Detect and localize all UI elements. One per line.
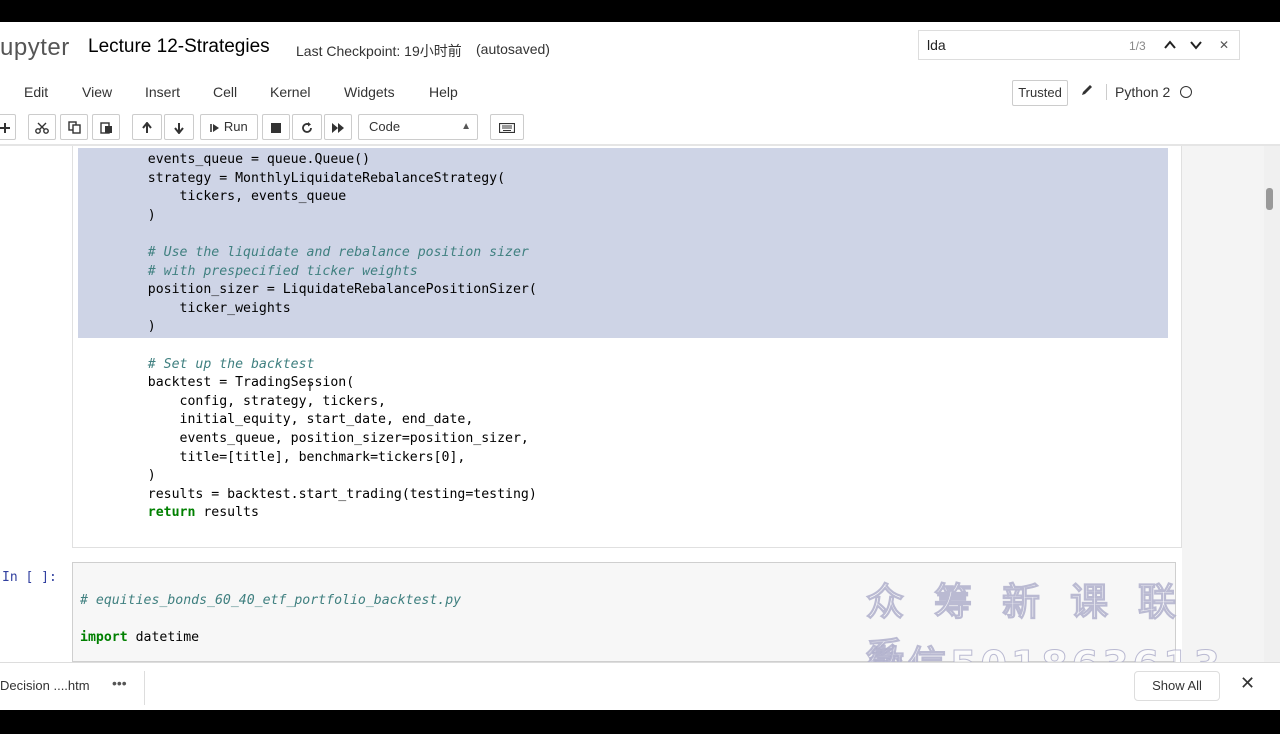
fast-forward-icon — [332, 122, 344, 133]
copy-icon — [67, 121, 81, 134]
code-line: return results — [147, 505, 259, 521]
cell-input-prompt: In [ ]: — [2, 570, 57, 585]
cell-editor-backtest[interactable]: events_queue = queue.Queue() strategy = … — [116, 151, 537, 523]
stop-icon — [271, 122, 281, 133]
code-line: # with prespecified ticker weights — [116, 263, 418, 279]
scissors-icon — [35, 122, 49, 134]
code-line: initial_equity, start_date, end_date, — [116, 412, 474, 428]
insert-cell-button[interactable] — [0, 114, 16, 140]
text-cursor-icon: I — [308, 378, 312, 394]
notebook-toolbar: Run Code ▲ — [0, 114, 1280, 144]
edit-mode-pencil-icon — [1080, 83, 1094, 100]
code-line: # equities_bonds_60_40_etf_portfolio_bac… — [80, 593, 462, 608]
restart-run-all-button[interactable] — [324, 114, 352, 140]
code-line: tickers, events_queue — [116, 189, 347, 205]
show-all-button[interactable]: Show All — [1134, 671, 1220, 701]
code-line: strategy = MonthlyLiquidateRebalanceStra… — [116, 170, 506, 186]
menu-widgets[interactable]: Widgets — [344, 84, 395, 100]
checkpoint-status: Last Checkpoint: 19小时前 — [296, 43, 462, 59]
cell-editor-import[interactable]: # equities_bonds_60_40_etf_portfolio_bac… — [80, 592, 461, 662]
find-close-button[interactable]: ✕ — [1213, 34, 1235, 56]
scrollbar-thumb[interactable] — [1266, 188, 1273, 210]
cell-type-value: Code — [369, 119, 401, 134]
cell-type-select[interactable]: Code ▲ — [358, 114, 478, 140]
notebook-area: events_queue = queue.Queue() strategy = … — [0, 146, 1264, 662]
trusted-indicator[interactable]: Trusted — [1012, 80, 1068, 106]
code-line: ) — [116, 468, 156, 484]
find-previous-button[interactable] — [1159, 34, 1181, 56]
code-line: # Set up the backtest — [116, 356, 315, 372]
arrow-down-icon — [174, 122, 184, 135]
kernel-name: Python 2 — [1106, 84, 1170, 100]
code-line: import datetime — [80, 630, 200, 646]
menu-cell[interactable]: Cell — [213, 84, 237, 100]
menu-help[interactable]: Help — [429, 84, 458, 100]
step-forward-icon — [210, 123, 220, 132]
move-cell-down-button[interactable] — [164, 114, 194, 140]
restart-kernel-button[interactable] — [292, 114, 322, 140]
code-line: config, strategy, tickers, — [116, 393, 386, 409]
code-line: ) — [116, 207, 156, 223]
menu-edit[interactable]: Edit — [24, 84, 48, 100]
code-line: ticker_weights — [116, 300, 291, 316]
menu-insert[interactable]: Insert — [145, 84, 180, 100]
code-line: position_sizer = LiquidateRebalancePosit… — [116, 282, 537, 298]
download-bar: Decision ....htm ••• Show All ✕ — [0, 662, 1280, 710]
code-line: events_queue = queue.Queue() — [116, 152, 371, 167]
refresh-icon — [302, 121, 312, 133]
watermark-line-2: 微信501863613 — [866, 634, 1224, 663]
paste-cell-button[interactable] — [92, 114, 120, 140]
autosave-status: (autosaved) — [476, 41, 550, 57]
kernel-idle-indicator-icon — [1180, 86, 1192, 98]
run-cell-button[interactable]: Run — [200, 114, 258, 140]
select-arrows-icon: ▲ — [461, 121, 471, 132]
code-line: backtest = TradingSession( — [116, 375, 355, 391]
copy-cell-button[interactable] — [60, 114, 88, 140]
find-input[interactable]: lda — [927, 37, 946, 53]
menu-kernel[interactable]: Kernel — [270, 84, 310, 100]
find-match-count: 1/3 — [1129, 39, 1146, 53]
menu-view[interactable]: View — [82, 84, 112, 100]
code-line: results = backtest.start_trading(testing… — [116, 486, 537, 502]
interrupt-kernel-button[interactable] — [262, 114, 290, 140]
move-cell-up-button[interactable] — [132, 114, 162, 140]
arrow-up-icon — [142, 120, 152, 133]
download-item[interactable]: Decision ....htm — [0, 678, 90, 693]
chevron-up-icon — [1164, 40, 1176, 49]
code-line: # Use the liquidate and rebalance positi… — [116, 244, 529, 260]
code-line: title=[title], benchmark=tickers[0], — [116, 449, 466, 465]
keyboard-icon — [498, 122, 516, 133]
cut-cell-button[interactable] — [28, 114, 56, 140]
plus-icon — [0, 122, 10, 133]
command-palette-button[interactable] — [490, 114, 524, 140]
code-line: events_queue, position_sizer=position_si… — [116, 430, 529, 446]
find-next-button[interactable] — [1185, 34, 1207, 56]
chevron-down-icon — [1190, 41, 1202, 50]
run-label: Run — [223, 119, 248, 134]
notebook-header: upyter Lecture 12-Strategies Last Checkp… — [0, 22, 1280, 76]
jupyter-window: upyter Lecture 12-Strategies Last Checkp… — [0, 22, 1280, 710]
paste-icon — [99, 122, 112, 134]
notebook-title[interactable]: Lecture 12-Strategies — [88, 36, 270, 58]
code-line: ) — [116, 319, 156, 335]
jupyter-logo[interactable]: upyter — [0, 34, 70, 62]
close-download-bar-icon[interactable]: ✕ — [1240, 673, 1255, 694]
find-bar: lda 1/3 ✕ — [918, 30, 1240, 60]
download-more-icon[interactable]: ••• — [112, 675, 127, 691]
download-separator — [144, 671, 145, 705]
notebook-scrollbar[interactable] — [1264, 146, 1280, 662]
